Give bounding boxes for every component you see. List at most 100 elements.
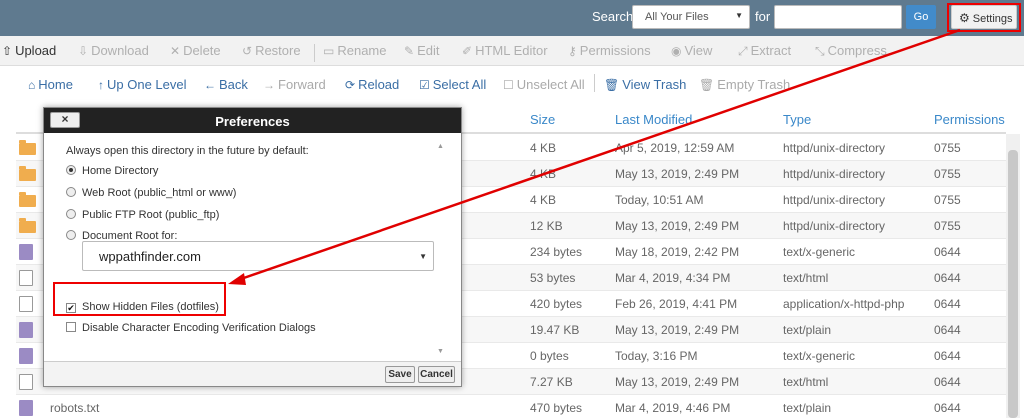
cell-perms: 0755 bbox=[934, 219, 961, 233]
cell-size: 53 bytes bbox=[530, 271, 576, 285]
forward-button[interactable]: → Forward bbox=[263, 77, 326, 92]
cell-perms: 0644 bbox=[934, 271, 961, 285]
search-scope-value: All Your Files bbox=[645, 11, 709, 23]
cell-size: 7.27 KB bbox=[530, 375, 573, 389]
upload-button[interactable]: ⇧ Upload bbox=[2, 43, 56, 58]
radio-web-root[interactable]: Web Root (public_html or www) bbox=[66, 187, 236, 199]
select-all-label: Select All bbox=[432, 77, 487, 92]
view-trash-button[interactable]: 🗑︎ View Trash bbox=[604, 77, 686, 92]
last-modified-column-header[interactable]: Last Modified bbox=[615, 112, 692, 127]
select-all-button[interactable]: ☑ Select All bbox=[419, 77, 486, 92]
cancel-button[interactable]: Cancel bbox=[418, 366, 455, 383]
download-label: Download bbox=[91, 43, 149, 58]
disable-encoding-checkbox[interactable]: Disable Character Encoding Verification … bbox=[66, 322, 316, 334]
type-column-header[interactable]: Type bbox=[783, 112, 811, 127]
cell-modified: May 13, 2019, 2:49 PM bbox=[615, 375, 740, 389]
close-button[interactable]: × bbox=[50, 112, 80, 128]
radio-icon bbox=[66, 230, 76, 240]
scroll-up-icon[interactable]: ▲ bbox=[437, 143, 444, 150]
permissions-button[interactable]: ⚷ Permissions bbox=[568, 43, 651, 58]
delete-label: Delete bbox=[183, 43, 221, 58]
reload-label: Reload bbox=[358, 77, 400, 92]
home-button[interactable]: ⌂ Home bbox=[28, 77, 73, 92]
cell-perms: 0644 bbox=[934, 349, 961, 363]
radio-public-ftp-root-label: Public FTP Root (public_ftp) bbox=[82, 209, 220, 221]
radio-public-ftp-root[interactable]: Public FTP Root (public_ftp) bbox=[66, 209, 219, 221]
document-root-value: wppathfinder.com bbox=[99, 249, 201, 264]
compress-icon: ⤡ bbox=[815, 44, 825, 58]
document-icon bbox=[19, 348, 33, 364]
radio-home-directory[interactable]: Home Directory bbox=[66, 165, 158, 177]
download-icon: ⇩ bbox=[78, 44, 89, 58]
restore-icon: ↺ bbox=[242, 44, 253, 58]
reload-button[interactable]: ⟳ Reload bbox=[345, 77, 399, 92]
go-button[interactable]: Go bbox=[906, 5, 936, 29]
up-one-level-button[interactable]: ↑ Up One Level bbox=[98, 77, 187, 92]
extract-icon: ⤢ bbox=[738, 44, 748, 58]
radio-web-root-label: Web Root (public_html or www) bbox=[82, 187, 237, 199]
view-label: View bbox=[684, 43, 713, 58]
cell-perms: 0755 bbox=[934, 167, 961, 181]
permissions-label: Permissions bbox=[579, 43, 651, 58]
cell-perms: 0644 bbox=[934, 401, 961, 415]
dialog-title: Preferences bbox=[215, 114, 290, 129]
compress-button[interactable]: ⤡ Compress bbox=[815, 43, 887, 59]
arrow-left-icon: ← bbox=[204, 78, 216, 92]
rename-label: Rename bbox=[337, 43, 387, 58]
upload-label: Upload bbox=[15, 43, 57, 58]
view-trash-label: View Trash bbox=[622, 77, 687, 92]
edit-button[interactable]: ✎ Edit bbox=[404, 43, 439, 58]
pencil-icon: ✎ bbox=[404, 44, 415, 58]
scroll-down-icon[interactable]: ▼ bbox=[437, 348, 444, 355]
size-column-header[interactable]: Size bbox=[530, 112, 555, 127]
cell-perms: 0755 bbox=[934, 141, 961, 155]
cell-modified: Mar 4, 2019, 4:46 PM bbox=[615, 401, 731, 415]
cell-modified: Feb 26, 2019, 4:41 PM bbox=[615, 297, 738, 311]
unselect-all-button[interactable]: ☐ Unselect All bbox=[503, 77, 585, 92]
permissions-column-header[interactable]: Permissions bbox=[934, 112, 1005, 127]
cell-type: httpd/unix-directory bbox=[783, 219, 886, 233]
cell-modified: May 18, 2019, 2:42 PM bbox=[615, 245, 740, 259]
search-scope-select[interactable]: All Your Files ▼ bbox=[632, 5, 750, 29]
save-button[interactable]: Save bbox=[385, 366, 415, 383]
extract-button[interactable]: ⤢ Extract bbox=[738, 43, 791, 59]
dialog-footer: Save Cancel bbox=[44, 361, 461, 386]
cell-size: 0 bytes bbox=[530, 349, 569, 363]
html-editor-icon: ✐ bbox=[462, 44, 473, 58]
rename-icon: ▭ bbox=[323, 44, 335, 58]
document-icon bbox=[19, 244, 33, 260]
document-root-select[interactable]: wppathfinder.com ▼ bbox=[82, 241, 434, 271]
download-button[interactable]: ⇩ Download bbox=[78, 43, 149, 58]
rename-button[interactable]: ▭ Rename bbox=[323, 43, 386, 58]
delete-icon: ✕ bbox=[170, 44, 181, 58]
cell-size: 12 KB bbox=[530, 219, 563, 233]
folder-icon bbox=[19, 218, 36, 233]
html-editor-button[interactable]: ✐ HTML Editor bbox=[462, 43, 548, 58]
html-editor-label: HTML Editor bbox=[475, 43, 548, 58]
code-file-icon bbox=[19, 270, 33, 286]
preferences-dialog: Preferences × Always open this directory… bbox=[43, 107, 462, 387]
cell-size: 4 KB bbox=[530, 167, 557, 181]
cell-type: httpd/unix-directory bbox=[783, 141, 886, 155]
restore-label: Restore bbox=[255, 43, 301, 58]
checkbox-empty-icon: ☐ bbox=[503, 78, 514, 92]
delete-button[interactable]: ✕ Delete bbox=[170, 43, 221, 58]
table-row[interactable]: robots.txt 470 bytes Mar 4, 2019, 4:46 PM t… bbox=[16, 395, 1006, 418]
cell-size: 4 KB bbox=[530, 193, 557, 207]
back-button[interactable]: ← Back bbox=[204, 77, 248, 92]
code-file-icon bbox=[19, 296, 33, 312]
cell-modified: May 13, 2019, 2:49 PM bbox=[615, 219, 740, 233]
cell-type: httpd/unix-directory bbox=[783, 167, 886, 181]
dialog-scrollbar[interactable]: ▲ ▼ bbox=[437, 143, 447, 355]
trash-icon: 🗑︎ bbox=[604, 78, 620, 92]
view-button[interactable]: ◉ View bbox=[671, 43, 712, 58]
cell-size: 234 bytes bbox=[530, 245, 583, 259]
code-file-icon bbox=[19, 374, 33, 390]
cell-size: 4 KB bbox=[530, 141, 557, 155]
empty-trash-button[interactable]: 🗑︎ Empty Trash bbox=[699, 77, 790, 92]
document-icon bbox=[19, 400, 33, 416]
restore-button[interactable]: ↺ Restore bbox=[242, 43, 301, 58]
navigation-toolbar: ⌂ Home ↑ Up One Level ← Back → Forward ⟳ Relo… bbox=[0, 66, 1024, 102]
search-input[interactable] bbox=[774, 5, 902, 29]
scrollbar-thumb[interactable] bbox=[1008, 150, 1018, 418]
